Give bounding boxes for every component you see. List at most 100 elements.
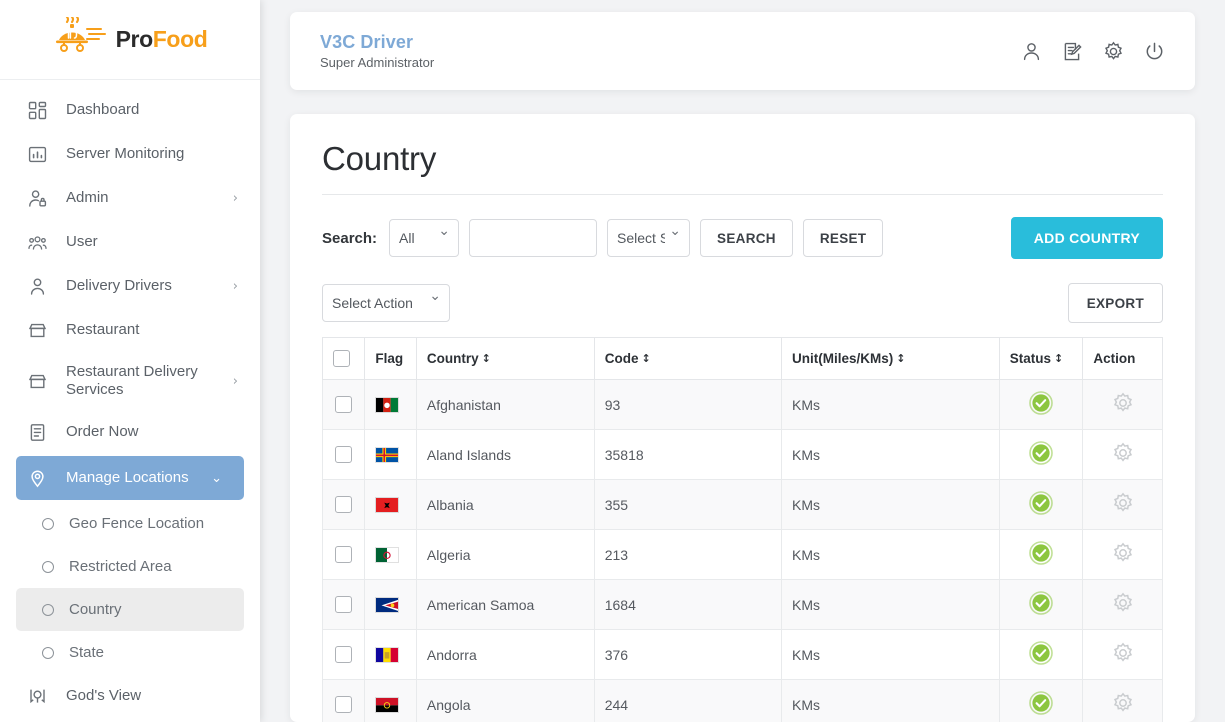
row-checkbox[interactable]	[335, 596, 353, 614]
status-active-icon[interactable]	[1029, 591, 1053, 615]
row-select-cell	[321, 429, 366, 480]
user-icon[interactable]	[1021, 41, 1042, 62]
sidebar-subitem-label: Geo Fence Location	[69, 515, 205, 532]
search-category-select[interactable]: All	[389, 219, 460, 257]
row-checkbox[interactable]	[335, 446, 353, 464]
sidebar-item-user[interactable]: User	[0, 220, 260, 264]
header-country[interactable]: Country ↕	[415, 337, 595, 380]
export-button[interactable]: EXPORT	[1067, 283, 1163, 323]
status-active-icon[interactable]	[1029, 641, 1053, 665]
row-select-cell	[321, 479, 366, 530]
header-status[interactable]: Status ↕	[998, 337, 1084, 380]
sidebar-item-order-now[interactable]: Order Now	[0, 410, 260, 454]
row-status-cell	[998, 629, 1084, 680]
row-country: Angola	[415, 679, 595, 722]
row-unit: KMs	[781, 379, 1000, 430]
header-action: Action	[1082, 337, 1163, 380]
sidebar-subitem-country[interactable]: Country	[16, 588, 244, 631]
add-country-button[interactable]: ADD COUNTRY	[1010, 217, 1163, 259]
row-action-cell	[1082, 379, 1163, 430]
gear-icon[interactable]	[1103, 41, 1124, 62]
row-checkbox[interactable]	[335, 396, 353, 414]
row-unit: KMs	[781, 429, 1000, 480]
edit-document-icon[interactable]	[1062, 41, 1083, 62]
flag-icon	[375, 647, 400, 664]
gods-view-icon	[26, 687, 48, 706]
row-checkbox[interactable]	[335, 496, 353, 514]
sidebar-item-label: Restaurant	[66, 320, 140, 338]
select-all-checkbox[interactable]	[333, 350, 350, 367]
row-action-cell	[1082, 529, 1163, 580]
sidebar-subitem-restricted-area[interactable]: Restricted Area	[16, 545, 244, 588]
country-table: Flag Country ↕ Code ↕ Unit(Miles/KMs) ↕ Sta…	[321, 337, 1163, 722]
sidebar-item-server-monitoring[interactable]: Server Monitoring	[0, 132, 260, 176]
row-flag-cell	[364, 679, 417, 722]
bulk-action-wrap: Select Action	[322, 284, 450, 322]
row-settings-gear-icon[interactable]	[1112, 542, 1134, 564]
sidebar-item-restaurant[interactable]: Restaurant	[0, 308, 260, 352]
row-settings-gear-icon[interactable]	[1112, 392, 1134, 414]
power-icon[interactable]	[1144, 41, 1165, 62]
chevron-right-icon: ›	[232, 190, 238, 206]
row-code: 376	[593, 629, 783, 680]
search-input[interactable]	[469, 219, 598, 257]
status-active-icon[interactable]	[1029, 691, 1053, 715]
table-head: Flag Country ↕ Code ↕ Unit(Miles/KMs) ↕ Sta…	[321, 337, 1163, 380]
row-select-cell	[321, 379, 366, 430]
row-checkbox[interactable]	[335, 546, 353, 564]
row-flag-cell	[364, 579, 417, 630]
sidebar-item-label: Delivery Drivers	[66, 276, 172, 294]
row-status-cell	[998, 429, 1084, 480]
row-country: Afghanistan	[415, 379, 595, 430]
row-action-cell	[1082, 679, 1163, 722]
sidebar-item-admin[interactable]: Admin ›	[0, 176, 260, 220]
row-settings-gear-icon[interactable]	[1112, 442, 1134, 464]
reset-button[interactable]: RESET	[802, 219, 884, 257]
driver-icon	[26, 277, 48, 296]
flag-icon	[375, 397, 400, 414]
sidebar: ProFood Dashboard Server Monitoring Admi…	[0, 0, 260, 722]
topbar-title: V3C Driver	[320, 32, 414, 52]
sidebar-subitem-geo-fence-location[interactable]: Geo Fence Location	[16, 502, 244, 545]
logo[interactable]: ProFood	[0, 0, 260, 80]
status-active-icon[interactable]	[1029, 441, 1053, 465]
sidebar-subitem-label: State	[69, 644, 105, 661]
table-row: Andorra 376 KMs	[321, 629, 1163, 680]
sidebar-item-restaurant-delivery-services[interactable]: Restaurant Delivery Services ›	[0, 352, 260, 410]
row-settings-gear-icon[interactable]	[1112, 592, 1134, 614]
row-action-cell	[1082, 579, 1163, 630]
row-code: 213	[593, 529, 783, 580]
person-lock-icon	[26, 189, 48, 208]
header-unit[interactable]: Unit(Miles/KMs) ↕	[781, 337, 1000, 380]
status-active-icon[interactable]	[1029, 391, 1053, 415]
row-settings-gear-icon[interactable]	[1112, 642, 1134, 664]
row-select-cell	[321, 579, 366, 630]
main-content: V3C Driver Super Administrator Country S…	[260, 0, 1225, 722]
header-code[interactable]: Code ↕	[593, 337, 783, 380]
bulk-action-select[interactable]: Select Action	[322, 284, 450, 322]
row-checkbox[interactable]	[335, 646, 353, 664]
sidebar-subitem-state[interactable]: State	[16, 631, 244, 674]
row-status-cell	[998, 479, 1084, 530]
flag-icon	[375, 597, 400, 614]
row-settings-gear-icon[interactable]	[1112, 692, 1134, 714]
sidebar-item-gods-view[interactable]: God's View	[0, 674, 260, 718]
sidebar-item-dashboard[interactable]: Dashboard	[0, 88, 260, 132]
status-active-icon[interactable]	[1029, 541, 1053, 565]
row-settings-gear-icon[interactable]	[1112, 492, 1134, 514]
table-row: Angola 244 KMs	[321, 679, 1163, 722]
row-country: American Samoa	[415, 579, 595, 630]
row-checkbox[interactable]	[335, 696, 353, 714]
sidebar-item-manage-locations[interactable]: Manage Locations ⌄	[16, 456, 244, 500]
status-active-icon[interactable]	[1029, 491, 1053, 515]
sidebar-item-delivery-drivers[interactable]: Delivery Drivers ›	[0, 264, 260, 308]
sort-icon: ↕	[481, 352, 491, 365]
row-action-cell	[1082, 629, 1163, 680]
store-icon	[26, 372, 48, 391]
status-filter-select[interactable]: Select Status	[607, 219, 691, 257]
search-button[interactable]: SEARCH	[700, 219, 793, 257]
chevron-right-icon: ›	[232, 373, 238, 389]
table-body: Afghanistan 93 KMs Aland Islands 35818 KMs Alb…	[321, 379, 1163, 722]
search-category-wrap: All	[389, 219, 460, 257]
row-flag-cell	[364, 429, 417, 480]
